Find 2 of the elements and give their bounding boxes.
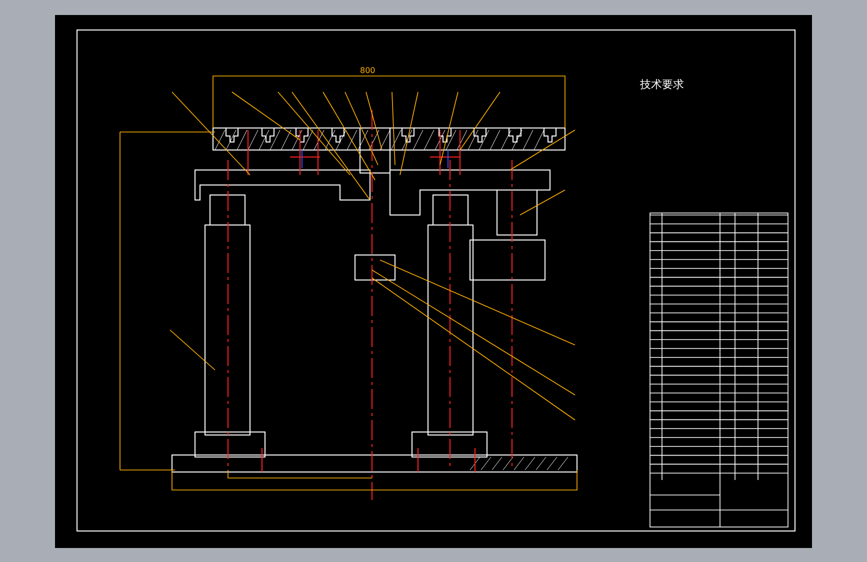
dimension-label: 800 [360, 67, 376, 75]
technical-requirements-title: 技术要求 [640, 79, 684, 90]
